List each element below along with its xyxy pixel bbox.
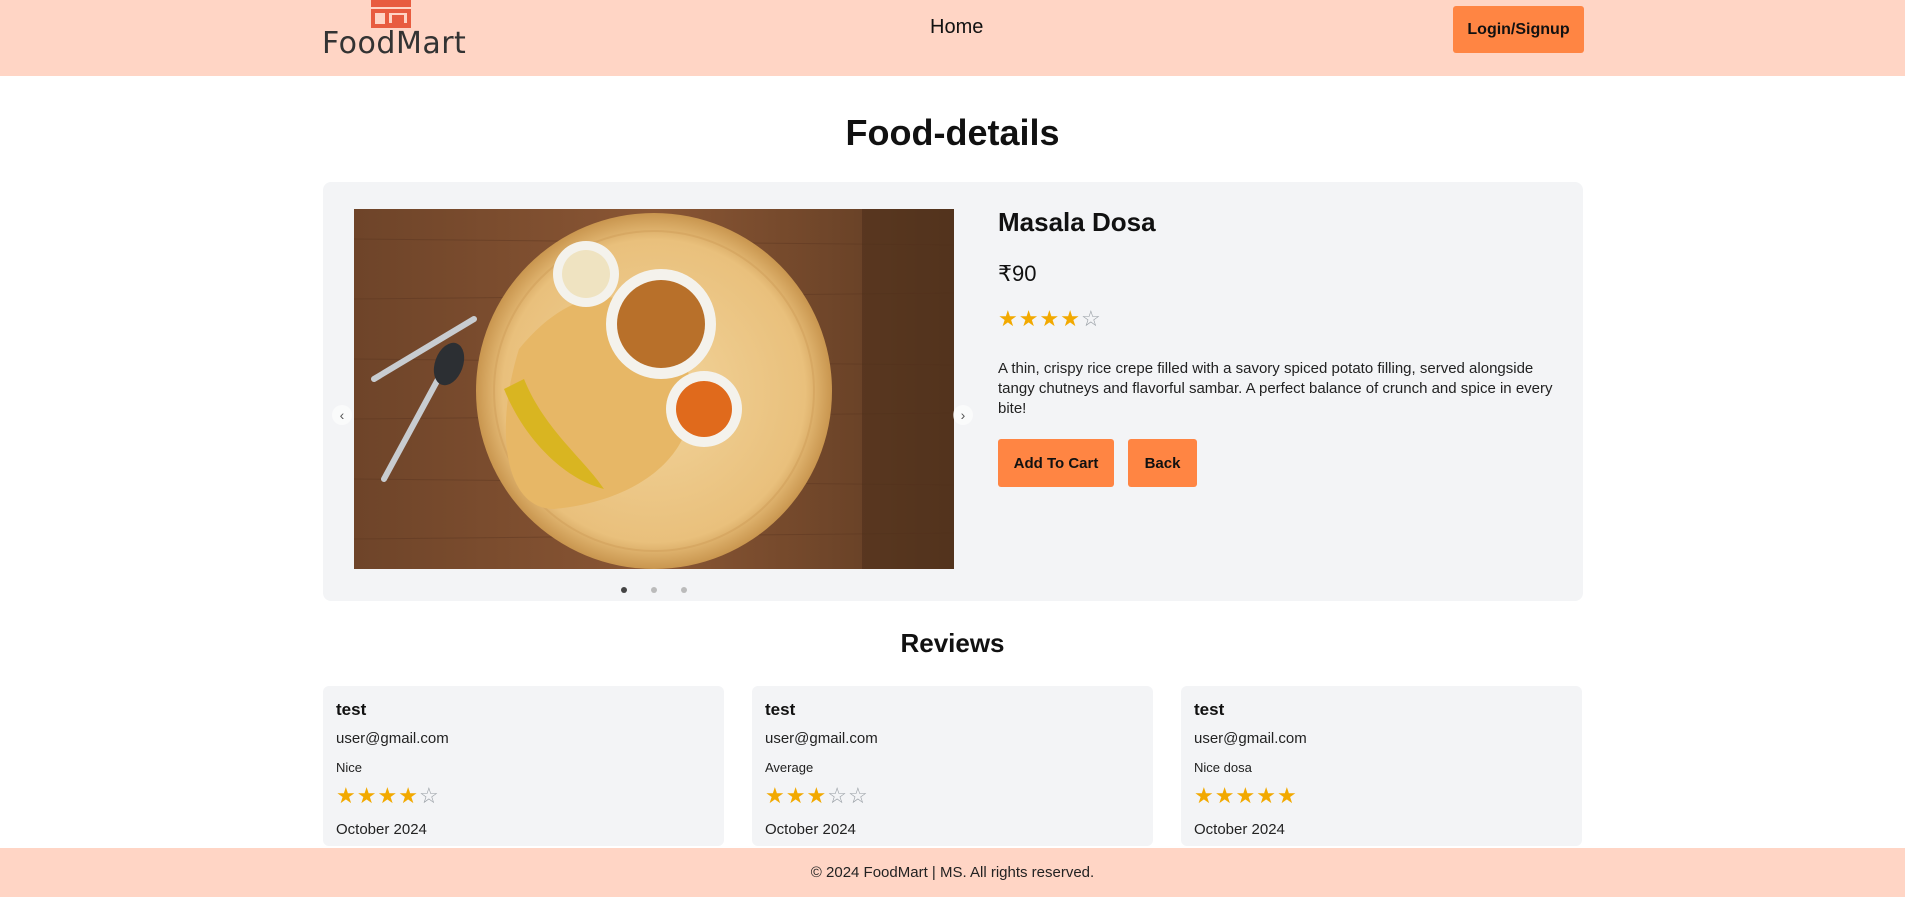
review-name: test	[336, 700, 367, 719]
star-filled-icon: ★	[1060, 306, 1081, 331]
carousel-dot[interactable]	[681, 587, 688, 593]
review-name: test	[1194, 700, 1225, 719]
review-comment: Nice	[336, 760, 363, 775]
footer: © 2024 FoodMart | MS. All rights reserve…	[0, 848, 1905, 897]
review-email: user@gmail.com	[765, 730, 878, 747]
star-filled-icon: ★	[765, 783, 786, 808]
logo[interactable]: FoodMart	[322, 0, 466, 61]
chevron-left-icon[interactable]: ‹	[332, 405, 352, 425]
review-name: test	[765, 700, 796, 719]
review-email: user@gmail.com	[336, 730, 449, 747]
review-comment: Average	[765, 760, 814, 775]
star-empty-icon: ☆	[827, 783, 848, 808]
nav-home-link[interactable]: Home	[930, 16, 983, 39]
star-filled-icon: ★	[398, 783, 419, 808]
review-date: October 2024	[765, 821, 856, 838]
food-details-card: ‹ › Masala Dosa ₹90 ★★★★☆ A thin, crispy…	[323, 182, 1583, 601]
star-filled-icon: ★	[1039, 306, 1061, 331]
review-rating: ★★★☆☆	[765, 783, 869, 809]
star-empty-icon: ☆	[418, 783, 440, 808]
food-rating: ★★★★☆	[998, 306, 1102, 332]
star-filled-icon: ★	[336, 783, 357, 808]
back-button[interactable]: Back	[1128, 439, 1197, 487]
review-card: test user@gmail.com Nice dosa ★★★★★ Octo…	[1181, 686, 1582, 846]
carousel-indicators	[354, 580, 954, 598]
food-price: ₹90	[998, 261, 1037, 286]
star-filled-icon: ★	[1235, 783, 1257, 808]
food-name: Masala Dosa	[998, 207, 1156, 237]
food-image	[354, 209, 954, 569]
review-email: user@gmail.com	[1194, 730, 1307, 747]
star-filled-icon: ★	[998, 306, 1019, 331]
navbar: FoodMart Home Login/Signup	[0, 0, 1905, 76]
star-filled-icon: ★	[806, 783, 828, 808]
image-carousel[interactable]: ‹ ›	[332, 209, 973, 593]
review-date: October 2024	[1194, 821, 1285, 838]
login-signup-button[interactable]: Login/Signup	[1453, 6, 1584, 53]
review-comment: Nice dosa	[1194, 760, 1252, 775]
star-empty-icon: ☆	[1080, 306, 1102, 331]
carousel-dot[interactable]	[651, 587, 657, 593]
star-filled-icon: ★	[1194, 783, 1215, 808]
food-description: A thin, crispy rice crepe filled with a …	[998, 360, 1553, 417]
star-filled-icon: ★	[1256, 783, 1277, 808]
logo-text: FoodMart	[322, 26, 467, 61]
page-title: Food-details	[845, 112, 1060, 153]
star-filled-icon: ★	[1276, 783, 1298, 808]
chevron-right-icon[interactable]: ›	[953, 405, 973, 425]
review-rating: ★★★★☆	[336, 783, 440, 809]
reviews-title: Reviews	[900, 628, 1005, 658]
review-rating: ★★★★★	[1194, 783, 1298, 809]
star-filled-icon: ★	[1214, 783, 1236, 808]
star-empty-icon: ☆	[847, 783, 869, 808]
add-to-cart-button[interactable]: Add To Cart	[998, 439, 1114, 487]
star-filled-icon: ★	[1018, 306, 1040, 331]
star-filled-icon: ★	[356, 783, 378, 808]
star-filled-icon: ★	[785, 783, 807, 808]
carousel-dot[interactable]	[620, 587, 627, 593]
review-card: test user@gmail.com Average ★★★☆☆ Octobe…	[752, 686, 1153, 846]
store-icon	[371, 0, 411, 28]
review-card: test user@gmail.com Nice ★★★★☆ October 2…	[323, 686, 724, 846]
review-date: October 2024	[336, 821, 427, 838]
star-filled-icon: ★	[377, 783, 399, 808]
